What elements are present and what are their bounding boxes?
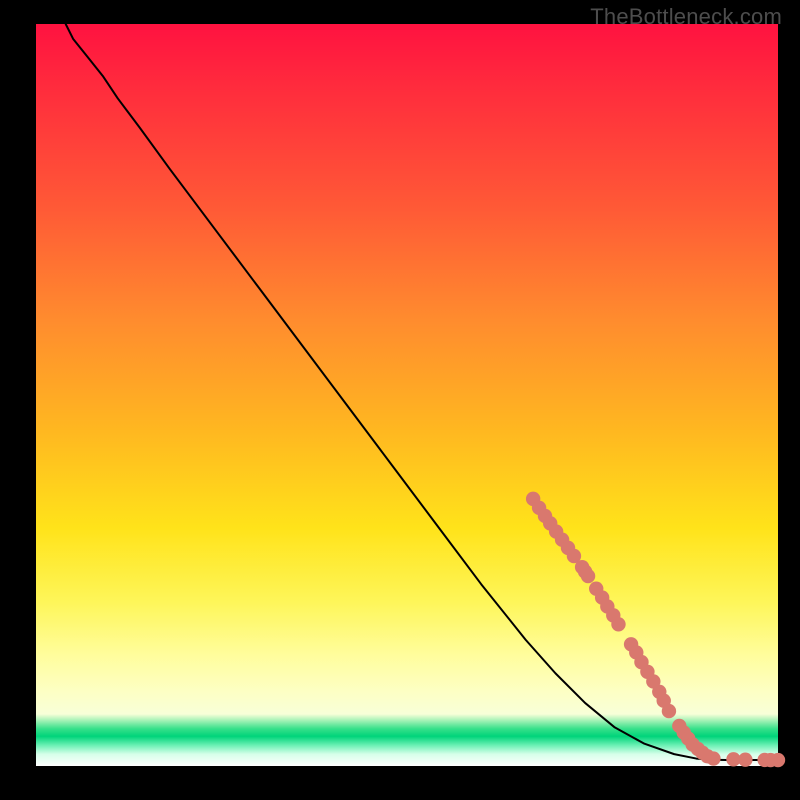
chart-frame: TheBottleneck.com — [0, 0, 800, 800]
watermark-text: TheBottleneck.com — [590, 4, 782, 30]
curve-line — [66, 24, 778, 760]
data-point — [738, 752, 752, 766]
chart-overlay — [36, 24, 778, 766]
data-point — [706, 751, 720, 765]
data-point — [662, 704, 676, 718]
data-point — [611, 617, 625, 631]
curve-path — [66, 24, 778, 760]
data-point — [581, 569, 595, 583]
data-point — [771, 753, 785, 767]
scatter-dots — [526, 492, 785, 768]
plot-area — [36, 24, 778, 766]
